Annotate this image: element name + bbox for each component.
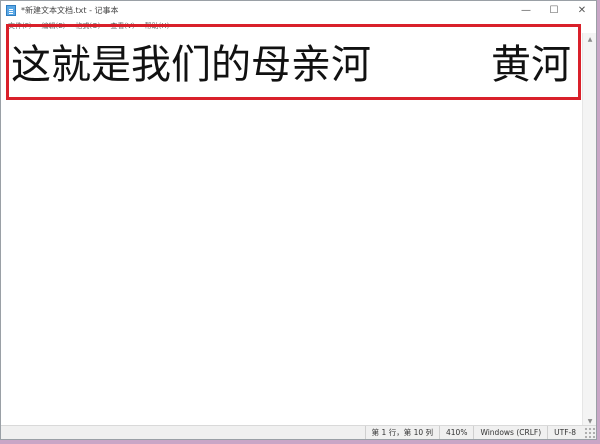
- zoom-level: 410%: [439, 426, 473, 439]
- vertical-scrollbar[interactable]: ▲ ▼: [582, 33, 596, 427]
- minimize-button[interactable]: —: [512, 1, 540, 19]
- resize-grip[interactable]: [584, 426, 596, 439]
- status-bar: 第 1 行，第 10 列 410% Windows (CRLF) UTF-8: [1, 425, 596, 439]
- editor-text-left: 这就是我们的母亲河: [11, 42, 371, 88]
- cursor-position: 第 1 行，第 10 列: [364, 426, 439, 439]
- title-bar[interactable]: *新建文本文档.txt - 记事本 — ☐ ✕: [1, 1, 596, 19]
- chevron-up-icon[interactable]: ▲: [583, 33, 597, 45]
- notepad-icon: [6, 4, 16, 16]
- editor-text-line[interactable]: 这就是我们的母亲河 黄河: [11, 39, 571, 91]
- maximize-button[interactable]: ☐: [540, 1, 568, 19]
- window-title: *新建文本文档.txt - 记事本: [21, 5, 119, 15]
- close-button[interactable]: ✕: [568, 1, 596, 19]
- line-ending: Windows (CRLF): [473, 426, 547, 439]
- editor-text-right: 黄河: [491, 42, 571, 88]
- encoding: UTF-8: [547, 426, 582, 439]
- window-controls: — ☐ ✕: [512, 1, 596, 19]
- notepad-window: *新建文本文档.txt - 记事本 — ☐ ✕ 文件(F) 编辑(E) 格式(O…: [0, 0, 597, 440]
